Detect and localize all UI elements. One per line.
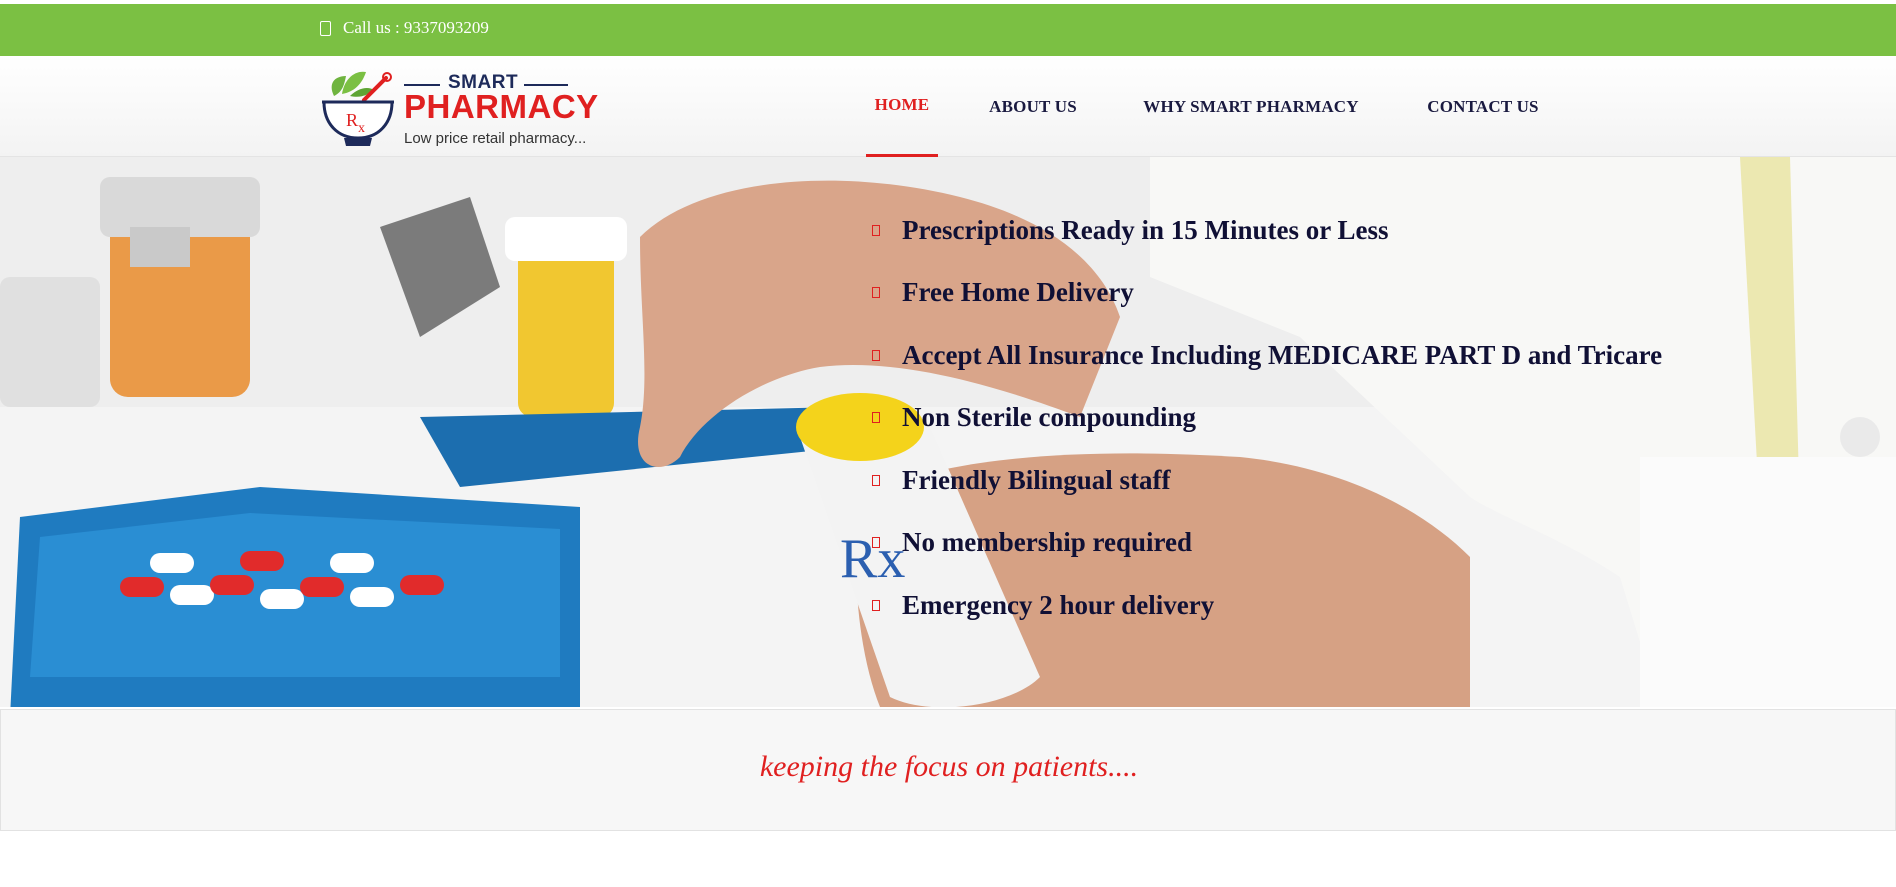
logo-tagline: Low price retail pharmacy...	[404, 130, 587, 147]
feature-text: Free Home Delivery	[902, 276, 1134, 307]
svg-text:x: x	[358, 121, 365, 136]
feature-item: Friendly Bilingual staff	[872, 465, 1171, 495]
feature-item: Non Sterile compounding	[872, 402, 1196, 432]
call-us-text: Call us : 9337093209	[343, 18, 489, 37]
file-icon	[872, 599, 880, 611]
nav-home[interactable]: HOME	[866, 56, 938, 157]
nav-about-us[interactable]: ABOUT US	[980, 56, 1086, 157]
feature-item: Emergency 2 hour delivery	[872, 590, 1214, 620]
nav-contact-us[interactable]: CONTACT US	[1416, 56, 1550, 157]
logo-pharmacy-text: PHARMACY	[404, 88, 599, 125]
feature-text: Accept All Insurance Including MEDICARE …	[902, 339, 1663, 370]
file-icon	[872, 286, 880, 298]
slogan-band: keeping the focus on patients....	[0, 709, 1896, 831]
smart-pharmacy-logo[interactable]: R x SMART PHARMACY Low price retail phar…	[320, 66, 600, 150]
feature-text: No membership required	[902, 526, 1192, 557]
feature-text: Emergency 2 hour delivery	[902, 589, 1215, 620]
file-icon	[872, 349, 880, 361]
feature-item: Prescriptions Ready in 15 Minutes or Les…	[872, 215, 1389, 245]
feature-item: No membership required	[872, 527, 1192, 557]
slogan-text: keeping the focus on patients....	[759, 750, 1139, 783]
feature-item: Accept All Insurance Including MEDICARE …	[872, 340, 1662, 370]
svg-text:R: R	[346, 110, 358, 130]
feature-text: Friendly Bilingual staff	[902, 464, 1171, 495]
file-icon	[872, 224, 880, 236]
logo-rule-left	[404, 84, 440, 86]
hero-banner: Rx Prescriptions Ready in 15 Minutes or …	[0, 157, 1896, 707]
mortar-pestle-icon: R x	[322, 71, 394, 146]
phone-icon	[320, 20, 331, 36]
nav-why-smart-pharmacy[interactable]: WHY SMART PHARMACY	[1128, 56, 1374, 157]
logo-rule-right	[524, 84, 568, 86]
file-icon	[872, 536, 880, 548]
feature-text: Prescriptions Ready in 15 Minutes or Les…	[902, 214, 1389, 245]
file-icon	[872, 411, 880, 423]
file-icon	[872, 474, 880, 486]
feature-item: Free Home Delivery	[872, 277, 1134, 307]
call-us-link[interactable]: Call us : 9337093209	[320, 18, 489, 38]
feature-text: Non Sterile compounding	[902, 401, 1197, 432]
top-contact-bar: Call us : 9337093209	[0, 4, 1896, 56]
site-header: R x SMART PHARMACY Low price retail phar…	[0, 56, 1896, 157]
